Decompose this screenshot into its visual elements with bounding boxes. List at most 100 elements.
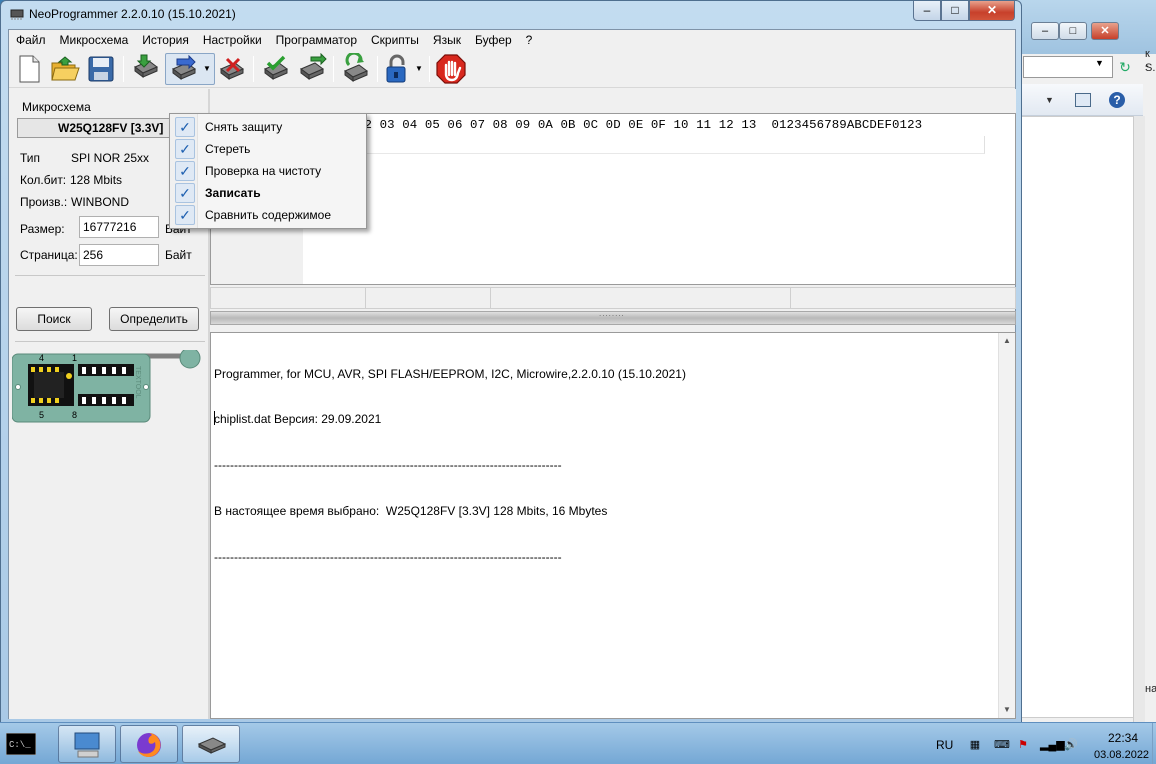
open-folder-icon[interactable] (49, 53, 81, 85)
language-indicator[interactable]: RU (936, 738, 953, 752)
log-line: Programmer, for MCU, AVR, SPI FLASH/EEPR… (214, 366, 686, 381)
save-disk-icon[interactable] (85, 53, 117, 85)
menu-file[interactable]: Файл (9, 30, 53, 50)
socket-pin-label: 8 (72, 410, 77, 420)
bg-help-icon[interactable]: ? (1109, 92, 1125, 108)
menu-item-compare[interactable]: ✓ Сравнить содержимое (172, 204, 364, 226)
log-line: ----------------------------------------… (214, 458, 562, 473)
chip-app-icon (10, 9, 24, 20)
checkmark-icon: ✓ (175, 161, 195, 181)
taskbar-explorer[interactable] (58, 725, 116, 763)
clock-date[interactable]: 03.08.2022 (1094, 749, 1149, 761)
menu-scripts[interactable]: Скрипты (364, 30, 426, 50)
text-caret (214, 411, 215, 425)
flag-tray-icon[interactable]: ⚑ (1016, 739, 1030, 751)
keyboard-tray-icon[interactable]: ⌨ (994, 739, 1010, 751)
minimize-button[interactable]: – (913, 1, 941, 21)
protection-dropdown-arrow-icon[interactable]: ▼ (413, 54, 425, 84)
bg-view-dropdown-icon[interactable]: ▼ (1045, 95, 1054, 105)
menu-settings[interactable]: Настройки (196, 30, 269, 50)
taskbar-firefox[interactable] (120, 725, 178, 763)
auto-program-dropdown-menu: ✓ Снять защиту ✓ Стереть ✓ Проверка на ч… (169, 113, 367, 229)
window-title: NeoProgrammer 2.2.0.10 (15.10.2021) (29, 7, 236, 21)
menu-history[interactable]: История (135, 30, 196, 50)
bg-command-bar: ▼ ? (1021, 84, 1143, 116)
log-output[interactable]: Programmer, for MCU, AVR, SPI FLASH/EEPR… (210, 332, 1016, 719)
read-chip-icon[interactable] (129, 53, 161, 85)
menu-language[interactable]: Язык (426, 30, 468, 50)
checkmark-icon: ✓ (175, 205, 195, 225)
show-desktop-button[interactable] (1152, 723, 1156, 764)
bg-address-dropdown-icon[interactable]: ▼ (1095, 58, 1104, 68)
clock-time[interactable]: 22:34 (1108, 731, 1138, 745)
menu-item-label: Сравнить содержимое (205, 208, 332, 222)
maximize-button[interactable]: □ (941, 1, 969, 21)
network-tray-icon[interactable]: ▦ (968, 739, 982, 751)
blank-check-chip-icon[interactable] (339, 53, 371, 85)
bg-maximize-button[interactable]: □ (1059, 22, 1087, 40)
hex-toolbar-row (210, 89, 1016, 113)
size-label: Размер: (20, 222, 65, 236)
bg-close-button[interactable]: ✕ (1091, 22, 1119, 40)
taskbar-cmd[interactable]: C:\_ (0, 725, 50, 763)
menu-item-unprotect[interactable]: ✓ Снять защиту (172, 116, 364, 138)
title-bar[interactable]: NeoProgrammer 2.2.0.10 (15.10.2021) – □ … (1, 1, 1021, 29)
menu-item-erase[interactable]: ✓ Стереть (172, 138, 364, 160)
checkmark-icon: ✓ (175, 117, 195, 137)
verify-chip-icon[interactable] (259, 53, 291, 85)
protection-lock-icon[interactable] (381, 53, 413, 85)
main-window: NeoProgrammer 2.2.0.10 (15.10.2021) – □ … (0, 0, 1022, 724)
status-cell (211, 288, 366, 308)
chip-type-value: SPI NOR 25xx (71, 151, 150, 165)
menu-help[interactable]: ? (519, 30, 540, 50)
splitter-grip-icon[interactable]: ........ (599, 309, 625, 318)
chip-group-label: Микросхема (22, 100, 91, 114)
stop-hand-icon[interactable] (435, 53, 467, 85)
log-scrollbar[interactable]: ▲ ▼ (998, 333, 1015, 718)
chip-app-icon (197, 737, 227, 754)
page-field[interactable]: 256 (79, 244, 159, 266)
auto-program-chip-icon[interactable] (167, 53, 199, 85)
bg-content-pane (1021, 116, 1143, 718)
bg-preview-pane-icon[interactable] (1075, 93, 1091, 107)
erase-chip-icon[interactable] (215, 53, 247, 85)
toolbar-separator (123, 56, 124, 82)
toolbar-separator (253, 56, 254, 82)
chip-type-label: Тип (20, 151, 41, 165)
horizontal-splitter[interactable]: ........ (210, 309, 1016, 325)
size-field[interactable]: 16777216 (79, 216, 159, 238)
menu-programmer[interactable]: Программатор (269, 30, 364, 50)
log-line: В настоящее время выбрано: W25Q128FV [3.… (214, 504, 608, 519)
checkmark-icon: ✓ (175, 183, 195, 203)
menu-item-label: Снять защиту (205, 120, 283, 134)
menu-item-write[interactable]: ✓ Записать (172, 182, 364, 204)
bg-minimize-button[interactable]: – (1031, 22, 1059, 40)
menu-buffer[interactable]: Буфер (468, 30, 519, 50)
auto-program-dropdown-arrow-icon[interactable]: ▼ (201, 54, 213, 84)
chip-vendor-label: Произв.: (20, 195, 68, 209)
close-button[interactable]: ✕ (969, 1, 1015, 21)
detect-button[interactable]: Определить (109, 307, 199, 331)
menu-chip[interactable]: Микросхема (53, 30, 136, 50)
bg-text-fragment: на (1145, 683, 1156, 695)
taskbar-neoprogrammer[interactable] (182, 725, 240, 763)
scroll-down-icon[interactable]: ▼ (999, 702, 1015, 718)
signal-tray-icon[interactable]: ▂▄▆ (1040, 739, 1065, 751)
volume-tray-icon[interactable]: 🔊 (1064, 739, 1078, 751)
menu-item-blank-check[interactable]: ✓ Проверка на чистоту (172, 160, 364, 182)
panel-divider (15, 341, 205, 342)
hex-row (303, 136, 985, 154)
bg-scrollbar[interactable] (1133, 116, 1145, 722)
chip-bits-value: 128 Mbits (70, 173, 123, 187)
bg-refresh-icon[interactable]: ↻ (1115, 58, 1135, 76)
svg-text:C:\_: C:\_ (9, 740, 31, 750)
new-file-icon[interactable] (13, 53, 45, 85)
menu-item-label: Записать (205, 186, 261, 200)
status-cell (491, 288, 791, 308)
hex-column-header: 02 03 04 05 06 07 08 09 0A 0B 0C 0D 0E 0… (357, 118, 923, 132)
menu-item-label: Стереть (205, 142, 251, 156)
scroll-up-icon[interactable]: ▲ (999, 333, 1015, 349)
compare-chip-icon[interactable] (295, 53, 327, 85)
search-button[interactable]: Поиск (16, 307, 92, 331)
socket-brand-text: TEXTOOL (134, 366, 141, 399)
